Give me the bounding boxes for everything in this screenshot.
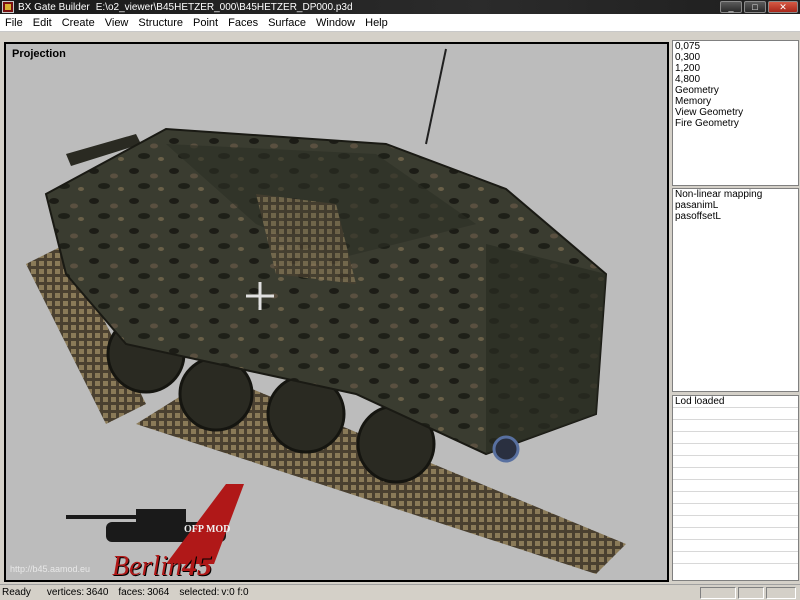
close-button[interactable]: ✕ [768, 1, 798, 13]
log-line-empty [673, 504, 798, 516]
maximize-button[interactable]: □ [744, 1, 766, 13]
log-line-empty [673, 456, 798, 468]
menu-create[interactable]: Create [57, 14, 100, 32]
status-cell [766, 587, 796, 599]
lod-list-panel: 0,075 0,300 1,200 4,800 Geometry Memory … [672, 40, 799, 186]
lod-item[interactable]: 1,200 [673, 63, 798, 74]
menu-surface[interactable]: Surface [263, 14, 311, 32]
menu-help[interactable]: Help [360, 14, 393, 32]
watermark-url: http://b45.aamod.eu [10, 564, 91, 574]
menu-point[interactable]: Point [188, 14, 223, 32]
menu-window[interactable]: Window [311, 14, 360, 32]
log-line-empty [673, 480, 798, 492]
app-icon[interactable] [2, 1, 14, 13]
lod-item[interactable]: Fire Geometry [673, 118, 798, 129]
logo-45: 45 [182, 549, 212, 582]
menu-faces[interactable]: Faces [223, 14, 263, 32]
tank-model-render[interactable] [6, 44, 667, 580]
lod-item[interactable]: View Geometry [673, 107, 798, 118]
log-line-empty [673, 552, 798, 564]
log-panel: Lod loaded [672, 395, 799, 581]
property-item[interactable]: Non-linear mapping [673, 189, 798, 200]
selected-label: selected: [179, 587, 220, 598]
lod-item[interactable]: Geometry [673, 85, 798, 96]
app-title: BX Gate Builder [18, 1, 90, 13]
lod-item[interactable]: 0,300 [673, 52, 798, 63]
file-path: E:\o2_viewer\B45HETZER_000\B45HETZER_DP0… [95, 1, 353, 13]
selected-count: v:0 f:0 [221, 587, 249, 598]
menu-bar: File Edit Create View Structure Point Fa… [0, 14, 800, 32]
log-line-empty [673, 468, 798, 480]
faces-label: faces: [118, 587, 146, 598]
menu-edit[interactable]: Edit [28, 14, 57, 32]
log-line-empty [673, 540, 798, 552]
roundel [492, 435, 520, 463]
status-ready: Ready [2, 587, 31, 598]
lod-item[interactable]: 4,800 [673, 74, 798, 85]
antenna [425, 48, 447, 145]
log-line-empty [673, 432, 798, 444]
status-bar: Ready vertices: 3640 faces: 3064 selecte… [0, 584, 800, 600]
menu-structure[interactable]: Structure [133, 14, 188, 32]
log-line-empty [673, 408, 798, 420]
property-item[interactable]: pasoffsetL [673, 211, 798, 222]
vertices-label: vertices: [46, 587, 85, 598]
menu-file[interactable]: File [0, 14, 28, 32]
minimize-button[interactable]: _ [720, 1, 742, 13]
log-line-empty [673, 420, 798, 432]
projection-viewport[interactable]: Projection OFP MOD Berlin 45 http://b45.… [4, 42, 669, 582]
status-cell [738, 587, 764, 599]
log-line-empty [673, 528, 798, 540]
window-controls: _ □ ✕ [720, 1, 798, 13]
logo-berlin: Berlin [112, 551, 182, 582]
vertices-count: 3640 [86, 587, 109, 598]
logo-ofp-mod: OFP MOD [184, 524, 231, 535]
menu-view[interactable]: View [100, 14, 134, 32]
status-cell [700, 587, 736, 599]
log-line-empty [673, 492, 798, 504]
log-line-empty [673, 516, 798, 528]
faces-count: 3064 [147, 587, 170, 598]
logo-wordmark: Berlin 45 [112, 549, 212, 582]
properties-panel: Non-linear mapping pasanimL pasoffsetL [672, 188, 799, 392]
log-line: Lod loaded [673, 396, 798, 408]
lod-item[interactable]: 0,075 [673, 41, 798, 52]
title-bar: BX Gate Builder E:\o2_viewer\B45HETZER_0… [0, 0, 800, 14]
viewport-label: Projection [12, 48, 66, 60]
property-item[interactable]: pasanimL [673, 200, 798, 211]
front-plate [486, 244, 606, 454]
log-line-empty [673, 444, 798, 456]
lod-item[interactable]: Memory [673, 96, 798, 107]
